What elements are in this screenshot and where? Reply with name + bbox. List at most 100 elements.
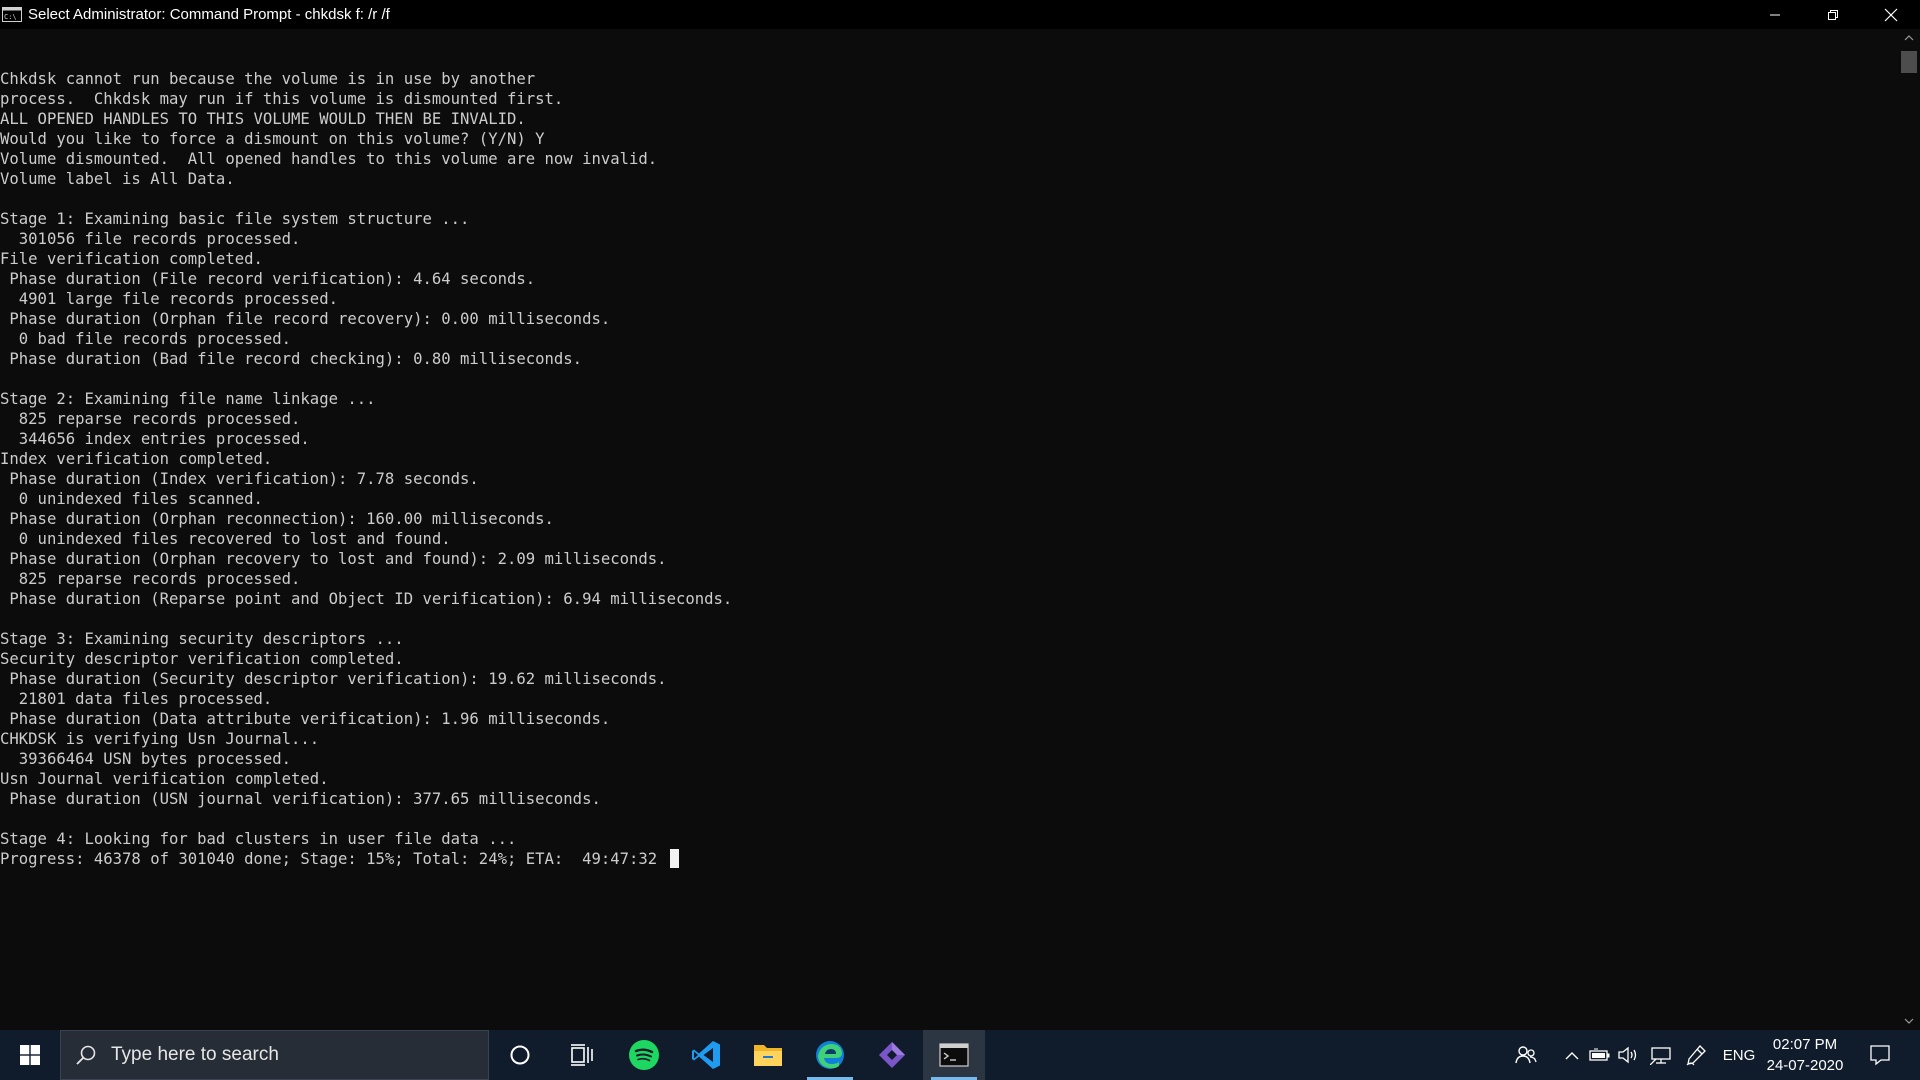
visual-studio-button[interactable] xyxy=(861,1030,923,1080)
vscode-icon xyxy=(692,1041,720,1069)
command-prompt-taskbar-button[interactable] xyxy=(923,1030,985,1080)
close-button[interactable] xyxy=(1862,0,1920,29)
chevron-up-icon xyxy=(1565,1051,1579,1059)
console-line: Security descriptor verification complet… xyxy=(0,649,1900,669)
windows-logo-icon xyxy=(20,1045,40,1065)
notification-icon xyxy=(1870,1045,1890,1066)
text-cursor xyxy=(670,849,680,868)
clock[interactable]: 02:07 PM 24-07-2020 xyxy=(1760,1030,1850,1080)
file-explorer-icon xyxy=(754,1045,782,1066)
console-line-text: Security descriptor verification complet… xyxy=(0,650,404,668)
console-line: Volume label is All Data. xyxy=(0,169,1900,189)
search-icon xyxy=(76,1045,96,1065)
task-view-icon xyxy=(571,1044,593,1066)
battery-icon xyxy=(1589,1048,1610,1061)
console-line: Volume dismounted. All opened handles to… xyxy=(0,149,1900,169)
console-line-text: 0 bad file records processed. xyxy=(0,330,292,348)
restore-button[interactable] xyxy=(1804,0,1862,29)
console-line-text: Phase duration (Reparse point and Object… xyxy=(0,590,733,608)
console-line-text: Phase duration (Orphan file record recov… xyxy=(0,310,611,328)
scroll-up-button[interactable] xyxy=(1898,29,1920,47)
window-controls xyxy=(1746,0,1920,29)
console-line-text: 301056 file records processed. xyxy=(0,230,301,248)
start-button[interactable] xyxy=(0,1030,60,1080)
chevron-up-icon xyxy=(1904,35,1914,41)
console-line-text: process. Chkdsk may run if this volume i… xyxy=(0,90,564,108)
console-line: 0 unindexed files scanned. xyxy=(0,489,1900,509)
language-indicator[interactable]: ENG xyxy=(1719,1030,1759,1080)
console-line-text: 0 unindexed files scanned. xyxy=(0,490,263,508)
task-view-button[interactable] xyxy=(551,1030,613,1080)
show-hidden-icons-button[interactable] xyxy=(1560,1030,1584,1080)
console-line: Phase duration (Reparse point and Object… xyxy=(0,589,1900,609)
console-line: Stage 3: Examining security descriptors … xyxy=(0,629,1900,649)
taskbar-search-box[interactable]: Type here to search xyxy=(60,1030,489,1080)
console-line: Phase duration (Index verification): 7.7… xyxy=(0,469,1900,489)
console-line-text: Would you like to force a dismount on th… xyxy=(0,130,545,148)
console-line: Stage 2: Examining file name linkage ... xyxy=(0,389,1900,409)
people-icon xyxy=(1515,1046,1537,1064)
people-button[interactable] xyxy=(1508,1030,1544,1080)
vertical-scrollbar[interactable] xyxy=(1898,29,1920,1030)
edge-button[interactable] xyxy=(799,1030,861,1080)
language-label: ENG xyxy=(1722,1046,1756,1064)
console-line-text: Stage 2: Examining file name linkage ... xyxy=(0,390,376,408)
console-line-text: 344656 index entries processed. xyxy=(0,430,310,448)
command-prompt-icon xyxy=(939,1043,969,1067)
pen-workspace-button[interactable] xyxy=(1682,1030,1710,1080)
console-line: Index verification completed. xyxy=(0,449,1900,469)
vscode-button[interactable] xyxy=(675,1030,737,1080)
console-line: 0 unindexed files recovered to lost and … xyxy=(0,529,1900,549)
command-prompt-window: C:\ Select Administrator: Command Prompt… xyxy=(0,0,1920,1030)
network-button[interactable] xyxy=(1648,1030,1676,1080)
file-explorer-button[interactable] xyxy=(737,1030,799,1080)
console-line-text: Index verification completed. xyxy=(0,450,273,468)
console-line: Phase duration (Bad file record checking… xyxy=(0,349,1900,369)
console-line: 4901 large file records processed. xyxy=(0,289,1900,309)
spotify-button[interactable] xyxy=(613,1030,675,1080)
console-line-text: Phase duration (Orphan reconnection): 16… xyxy=(0,510,554,528)
console-line-text: Phase duration (Data attribute verificat… xyxy=(0,710,611,728)
battery-button[interactable] xyxy=(1587,1030,1613,1080)
search-placeholder: Type here to search xyxy=(111,1044,279,1065)
volume-button[interactable] xyxy=(1615,1030,1641,1080)
console-line-text: Phase duration (Index verification): 7.7… xyxy=(0,470,479,488)
chevron-down-icon xyxy=(1904,1018,1914,1024)
console-line: Phase duration (File record verification… xyxy=(0,269,1900,289)
window-title: Select Administrator: Command Prompt - c… xyxy=(28,6,390,23)
spotify-icon xyxy=(629,1040,659,1070)
console-line-text: 39366464 USN bytes processed. xyxy=(0,750,292,768)
edge-icon xyxy=(816,1041,844,1069)
network-icon xyxy=(1650,1047,1671,1065)
scroll-down-button[interactable] xyxy=(1898,1012,1920,1030)
cortana-button[interactable] xyxy=(489,1030,551,1080)
console-line-text: 0 unindexed files recovered to lost and … xyxy=(0,530,451,548)
scroll-thumb[interactable] xyxy=(1901,51,1917,73)
console-line-text: Chkdsk cannot run because the volume is … xyxy=(0,70,536,88)
taskbar: Type here to search ENG 02:07 PM 24-07-2… xyxy=(0,1030,1920,1080)
title-bar[interactable]: C:\ Select Administrator: Command Prompt… xyxy=(0,0,1920,29)
minimize-button[interactable] xyxy=(1746,0,1804,29)
console-line-text: CHKDSK is verifying Usn Journal... xyxy=(0,730,320,748)
console-line: File verification completed. xyxy=(0,249,1900,269)
console-line: Would you like to force a dismount on th… xyxy=(0,129,1900,149)
console-line-text: Phase duration (File record verification… xyxy=(0,270,536,288)
action-center-button[interactable] xyxy=(1860,1030,1900,1080)
svg-text:C:\: C:\ xyxy=(4,13,17,21)
console-text: Chkdsk cannot run because the volume is … xyxy=(0,29,1900,869)
console-line: 21801 data files processed. xyxy=(0,689,1900,709)
visual-studio-icon xyxy=(879,1042,905,1068)
console-line: process. Chkdsk may run if this volume i… xyxy=(0,89,1900,109)
console-line: Phase duration (Data attribute verificat… xyxy=(0,709,1900,729)
console-line: Phase duration (USN journal verification… xyxy=(0,789,1900,809)
console-line: Stage 1: Examining basic file system str… xyxy=(0,209,1900,229)
cortana-icon xyxy=(510,1045,530,1065)
console-line: 0 bad file records processed. xyxy=(0,329,1900,349)
console-line-text: Stage 3: Examining security descriptors … xyxy=(0,630,404,648)
console-output[interactable]: Chkdsk cannot run because the volume is … xyxy=(0,29,1900,1030)
console-line: 344656 index entries processed. xyxy=(0,429,1900,449)
